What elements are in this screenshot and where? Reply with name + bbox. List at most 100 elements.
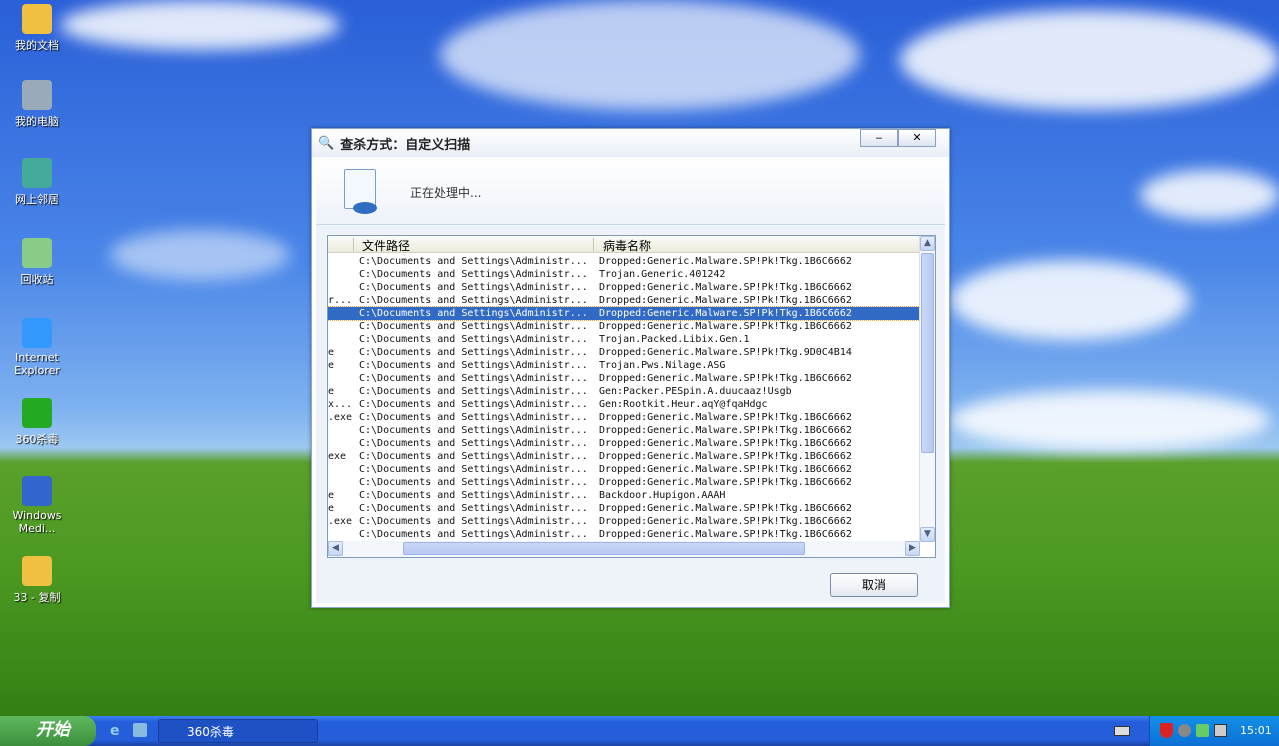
minimize-button[interactable]: ‒ bbox=[860, 129, 898, 147]
virus-name-cell: Dropped:Generic.Malware.SP!Pk!Tkg.1B6C66… bbox=[599, 373, 852, 384]
virus-name-cell: Dropped:Generic.Malware.SP!Pk!Tkg.1B6C66… bbox=[599, 412, 852, 423]
vertical-scroll-thumb[interactable] bbox=[921, 253, 934, 453]
table-row[interactable]: C:\Documents and Settings\Administr... Dr… bbox=[328, 281, 920, 294]
status-text: 正在处理中... bbox=[410, 186, 482, 200]
scroll-left-icon[interactable]: ◀ bbox=[328, 541, 343, 556]
table-row[interactable]: exe C:\Documents and Settings\Administr..… bbox=[328, 450, 920, 463]
table-row[interactable]: x... C:\Documents and Settings\Administr.… bbox=[328, 398, 920, 411]
desktop-item-icon bbox=[22, 4, 52, 34]
desktop-quicklaunch-icon[interactable] bbox=[133, 723, 147, 737]
file-path-cell: C:\Documents and Settings\Administr... bbox=[359, 386, 588, 397]
status-header: 正在处理中... bbox=[316, 157, 945, 225]
file-path-cell: C:\Documents and Settings\Administr... bbox=[359, 334, 588, 345]
desktop-icon[interactable]: Windows Medi... bbox=[6, 476, 68, 535]
keyboard-icon[interactable] bbox=[1114, 726, 1130, 736]
search-icon: 🔍 bbox=[318, 135, 335, 151]
table-row[interactable]: C:\Documents and Settings\Administr... Dr… bbox=[328, 528, 920, 541]
network-tray-icon[interactable] bbox=[1214, 724, 1227, 737]
file-path-cell: C:\Documents and Settings\Administr... bbox=[359, 451, 588, 462]
desktop-item-icon bbox=[22, 238, 52, 268]
file-path-cell: C:\Documents and Settings\Administr... bbox=[359, 412, 588, 423]
desktop-icon-label: 网上邻居 bbox=[15, 193, 59, 206]
file-name-cell: exe bbox=[328, 451, 347, 462]
desktop-item-icon bbox=[22, 476, 52, 506]
taskbar: 开始 e 360杀毒 15:01 bbox=[0, 716, 1279, 746]
360-shield-tray-icon[interactable] bbox=[1160, 723, 1173, 738]
table-row[interactable]: e C:\Documents and Settings\Administr... T… bbox=[328, 359, 920, 372]
clock[interactable]: 15:01 bbox=[1240, 724, 1272, 737]
vertical-scrollbar[interactable]: ▲ ▼ bbox=[919, 236, 935, 542]
file-path-cell: C:\Documents and Settings\Administr... bbox=[359, 477, 588, 488]
virus-name-cell: Dropped:Generic.Malware.SP!Pk!Tkg.1B6C66… bbox=[599, 477, 852, 488]
desktop-item-icon bbox=[22, 158, 52, 188]
cancel-button[interactable]: 取消 bbox=[830, 573, 918, 597]
desktop-icon[interactable]: 网上邻居 bbox=[6, 158, 68, 207]
table-row[interactable]: C:\Documents and Settings\Administr... Dr… bbox=[328, 463, 920, 476]
file-path-cell: C:\Documents and Settings\Administr... bbox=[359, 516, 588, 527]
column-virus-name[interactable]: 病毒名称 bbox=[603, 237, 651, 254]
scroll-right-icon[interactable]: ▶ bbox=[905, 541, 920, 556]
table-row[interactable]: C:\Documents and Settings\Administr... Dr… bbox=[328, 424, 920, 437]
virus-name-cell: Dropped:Generic.Malware.SP!Pk!Tkg.1B6C66… bbox=[599, 529, 852, 540]
virus-name-cell: Dropped:Generic.Malware.SP!Pk!Tkg.1B6C66… bbox=[599, 282, 852, 293]
virus-name-cell: Trojan.Generic.401242 bbox=[599, 269, 726, 280]
ie-quicklaunch-icon[interactable]: e bbox=[110, 723, 120, 739]
table-row[interactable]: C:\Documents and Settings\Administr... Dr… bbox=[328, 255, 920, 268]
desktop-item-icon bbox=[22, 318, 52, 348]
desktop-icon[interactable]: 33 - 复制 bbox=[6, 556, 68, 605]
virus-name-cell: Dropped:Generic.Malware.SP!Pk!Tkg.1B6C66… bbox=[599, 451, 852, 462]
virus-name-cell: Gen:Rootkit.Heur.aqY@fqaHdgc bbox=[599, 399, 768, 410]
table-row[interactable]: C:\Documents and Settings\Administr... Dr… bbox=[328, 372, 920, 385]
table-row[interactable]: C:\Documents and Settings\Administr... Dr… bbox=[328, 437, 920, 450]
file-path-cell: C:\Documents and Settings\Administr... bbox=[359, 321, 588, 332]
results-list[interactable]: 文件路径 病毒名称 C:\Documents and Settings\Admi… bbox=[327, 235, 936, 558]
file-path-cell: C:\Documents and Settings\Administr... bbox=[359, 425, 588, 436]
file-name-cell: e bbox=[328, 490, 335, 501]
horizontal-scroll-thumb[interactable] bbox=[403, 542, 805, 555]
scroll-up-icon[interactable]: ▲ bbox=[920, 236, 935, 251]
virus-name-cell: Trojan.Pws.Nilage.ASG bbox=[599, 360, 726, 371]
close-button[interactable]: ✕ bbox=[898, 129, 936, 147]
desktop-icon-label: Internet Explorer bbox=[14, 351, 60, 377]
scroll-down-icon[interactable]: ▼ bbox=[920, 527, 935, 542]
table-row[interactable]: e C:\Documents and Settings\Administr... G… bbox=[328, 385, 920, 398]
column-file-path[interactable]: 文件路径 bbox=[362, 237, 410, 254]
desktop-icon-label: 我的文档 bbox=[15, 39, 59, 52]
table-row[interactable]: .exe C:\Documents and Settings\Administr.… bbox=[328, 411, 920, 424]
desktop-icon-label: 我的电脑 bbox=[15, 115, 59, 128]
desktop-icon[interactable]: 360杀毒 bbox=[6, 398, 68, 447]
file-path-cell: C:\Documents and Settings\Administr... bbox=[359, 282, 588, 293]
list-header: 文件路径 病毒名称 bbox=[328, 236, 935, 253]
table-row[interactable]: e C:\Documents and Settings\Administr... D… bbox=[328, 346, 920, 359]
horizontal-scrollbar[interactable]: ◀ ▶ bbox=[328, 541, 920, 557]
virus-name-cell: Trojan.Packed.Libix.Gen.1 bbox=[599, 334, 750, 345]
table-row[interactable]: C:\Documents and Settings\Administr... Dr… bbox=[328, 476, 920, 489]
file-path-cell: C:\Documents and Settings\Administr... bbox=[359, 269, 588, 280]
file-path-cell: C:\Documents and Settings\Administr... bbox=[359, 360, 588, 371]
virus-name-cell: Dropped:Generic.Malware.SP!Pk!Tkg.1B6C66… bbox=[599, 503, 852, 514]
document-scan-icon bbox=[344, 169, 377, 214]
table-row[interactable]: C:\Documents and Settings\Administr... Dr… bbox=[328, 306, 921, 321]
taskbar-item-360[interactable]: 360杀毒 bbox=[158, 719, 318, 743]
desktop-icon[interactable]: 回收站 bbox=[6, 238, 68, 287]
file-path-cell: C:\Documents and Settings\Administr... bbox=[359, 529, 588, 540]
title-bar[interactable]: 🔍 查杀方式：自定义扫描 bbox=[312, 129, 949, 157]
table-row[interactable]: e C:\Documents and Settings\Administr... D… bbox=[328, 502, 920, 515]
file-path-cell: C:\Documents and Settings\Administr... bbox=[359, 295, 588, 306]
table-row[interactable]: .exe C:\Documents and Settings\Administr.… bbox=[328, 515, 920, 528]
desktop-icon[interactable]: 我的文档 bbox=[6, 4, 68, 53]
start-button[interactable]: 开始 bbox=[0, 716, 96, 746]
tray-icon[interactable] bbox=[1196, 724, 1209, 737]
table-row[interactable]: C:\Documents and Settings\Administr... Tr… bbox=[328, 333, 920, 346]
table-row[interactable]: r... C:\Documents and Settings\Administr.… bbox=[328, 294, 920, 307]
desktop-icon[interactable]: 我的电脑 bbox=[6, 80, 68, 129]
desktop-item-icon bbox=[22, 556, 52, 586]
file-name-cell: e bbox=[328, 386, 335, 397]
table-row[interactable]: C:\Documents and Settings\Administr... Dr… bbox=[328, 320, 920, 333]
desktop-icon[interactable]: Internet Explorer bbox=[6, 318, 68, 377]
table-row[interactable]: C:\Documents and Settings\Administr... Tr… bbox=[328, 268, 920, 281]
tray-icon[interactable] bbox=[1178, 724, 1191, 737]
table-row[interactable]: e C:\Documents and Settings\Administr... B… bbox=[328, 489, 920, 502]
file-path-cell: C:\Documents and Settings\Administr... bbox=[359, 347, 588, 358]
virus-name-cell: Dropped:Generic.Malware.SP!Pk!Tkg.1B6C66… bbox=[599, 256, 852, 267]
